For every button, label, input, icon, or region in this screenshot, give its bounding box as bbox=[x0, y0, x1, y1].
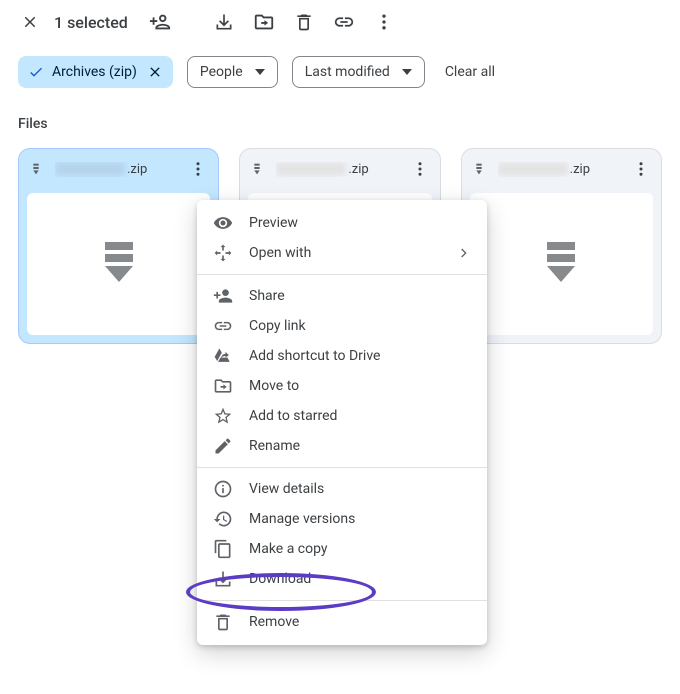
menu-label: View details bbox=[249, 481, 324, 497]
close-selection-button[interactable] bbox=[18, 10, 42, 34]
chip-remove-button[interactable] bbox=[147, 64, 163, 80]
menu-remove[interactable]: Remove bbox=[197, 607, 487, 637]
menu-rename[interactable]: Rename bbox=[197, 431, 487, 461]
file-name: .zip bbox=[276, 162, 407, 177]
filter-chip-label: People bbox=[200, 64, 243, 80]
section-files-label: Files bbox=[0, 88, 680, 142]
zip-file-icon bbox=[101, 242, 137, 286]
more-vert-icon bbox=[374, 12, 394, 32]
chevron-right-icon bbox=[455, 245, 471, 261]
filter-chip-archives[interactable]: Archives (zip) bbox=[18, 56, 173, 88]
folder-move-icon bbox=[213, 376, 233, 396]
pencil-icon bbox=[213, 436, 233, 456]
eye-icon bbox=[213, 213, 233, 233]
menu-separator bbox=[197, 274, 487, 275]
zip-file-icon bbox=[250, 160, 268, 178]
menu-label: Add to starred bbox=[249, 408, 337, 424]
drive-shortcut-icon bbox=[213, 346, 233, 366]
zip-file-icon bbox=[29, 160, 47, 178]
menu-separator bbox=[197, 467, 487, 468]
link-icon bbox=[213, 316, 233, 336]
close-icon bbox=[147, 64, 163, 80]
star-icon bbox=[213, 406, 233, 426]
copy-icon bbox=[213, 539, 233, 559]
close-icon bbox=[21, 13, 39, 31]
caret-down-icon bbox=[402, 67, 412, 77]
menu-label: Rename bbox=[249, 438, 300, 454]
more-actions-button[interactable] bbox=[372, 10, 396, 34]
download-button[interactable] bbox=[212, 10, 236, 34]
menu-label: Share bbox=[249, 288, 285, 304]
get-link-button[interactable] bbox=[332, 10, 356, 34]
more-vert-icon bbox=[632, 160, 650, 178]
menu-add-shortcut[interactable]: Add shortcut to Drive bbox=[197, 341, 487, 371]
menu-label: Make a copy bbox=[249, 541, 328, 557]
menu-label: Add shortcut to Drive bbox=[249, 348, 380, 364]
menu-open-with[interactable]: Open with bbox=[197, 238, 487, 268]
info-icon bbox=[213, 479, 233, 499]
menu-label: Copy link bbox=[249, 318, 306, 334]
share-person-button[interactable] bbox=[148, 10, 172, 34]
menu-label: Preview bbox=[249, 215, 298, 231]
zip-file-icon bbox=[472, 160, 490, 178]
caret-down-icon bbox=[255, 67, 265, 77]
context-menu: Preview Open with Share Copy link Add sh… bbox=[197, 200, 487, 645]
menu-preview[interactable]: Preview bbox=[197, 208, 487, 238]
menu-make-copy[interactable]: Make a copy bbox=[197, 534, 487, 564]
file-more-button[interactable] bbox=[629, 157, 653, 181]
selection-toolbar: 1 selected bbox=[0, 0, 680, 42]
file-name: .zip bbox=[498, 162, 629, 177]
menu-move-to[interactable]: Move to bbox=[197, 371, 487, 401]
menu-view-details[interactable]: View details bbox=[197, 474, 487, 504]
menu-manage-versions[interactable]: Manage versions bbox=[197, 504, 487, 534]
menu-share[interactable]: Share bbox=[197, 281, 487, 311]
selected-count: 1 selected bbox=[54, 13, 128, 32]
folder-move-icon bbox=[253, 11, 275, 33]
more-vert-icon bbox=[189, 160, 207, 178]
file-card[interactable]: .zip bbox=[18, 148, 219, 344]
check-icon bbox=[28, 64, 44, 80]
filter-chip-label: Last modified bbox=[305, 64, 390, 80]
trash-icon bbox=[294, 12, 314, 32]
file-name: .zip bbox=[55, 162, 186, 177]
open-with-icon bbox=[213, 243, 233, 263]
trash-icon bbox=[213, 612, 233, 632]
menu-add-starred[interactable]: Add to starred bbox=[197, 401, 487, 431]
person-add-icon bbox=[213, 286, 233, 306]
download-icon bbox=[214, 12, 234, 32]
download-icon bbox=[213, 569, 233, 589]
menu-label: Move to bbox=[249, 378, 299, 394]
history-icon bbox=[213, 509, 233, 529]
menu-label: Remove bbox=[249, 614, 299, 630]
file-more-button[interactable] bbox=[408, 157, 432, 181]
filter-chip-people[interactable]: People bbox=[187, 56, 278, 88]
zip-file-icon bbox=[543, 242, 579, 286]
menu-label: Manage versions bbox=[249, 511, 355, 527]
file-card[interactable]: .zip bbox=[461, 148, 662, 344]
menu-separator bbox=[197, 600, 487, 601]
clear-all-button[interactable]: Clear all bbox=[439, 64, 501, 80]
filter-bar: Archives (zip) People Last modified Clea… bbox=[0, 42, 680, 88]
delete-button[interactable] bbox=[292, 10, 316, 34]
menu-label: Download bbox=[249, 571, 311, 587]
menu-label: Open with bbox=[249, 245, 311, 261]
link-icon bbox=[333, 11, 355, 33]
file-more-button[interactable] bbox=[186, 157, 210, 181]
filter-chip-last-modified[interactable]: Last modified bbox=[292, 56, 425, 88]
menu-download[interactable]: Download bbox=[197, 564, 487, 594]
more-vert-icon bbox=[411, 160, 429, 178]
filter-chip-label: Archives (zip) bbox=[52, 64, 137, 80]
move-to-button[interactable] bbox=[252, 10, 276, 34]
menu-copy-link[interactable]: Copy link bbox=[197, 311, 487, 341]
person-add-icon bbox=[149, 11, 171, 33]
